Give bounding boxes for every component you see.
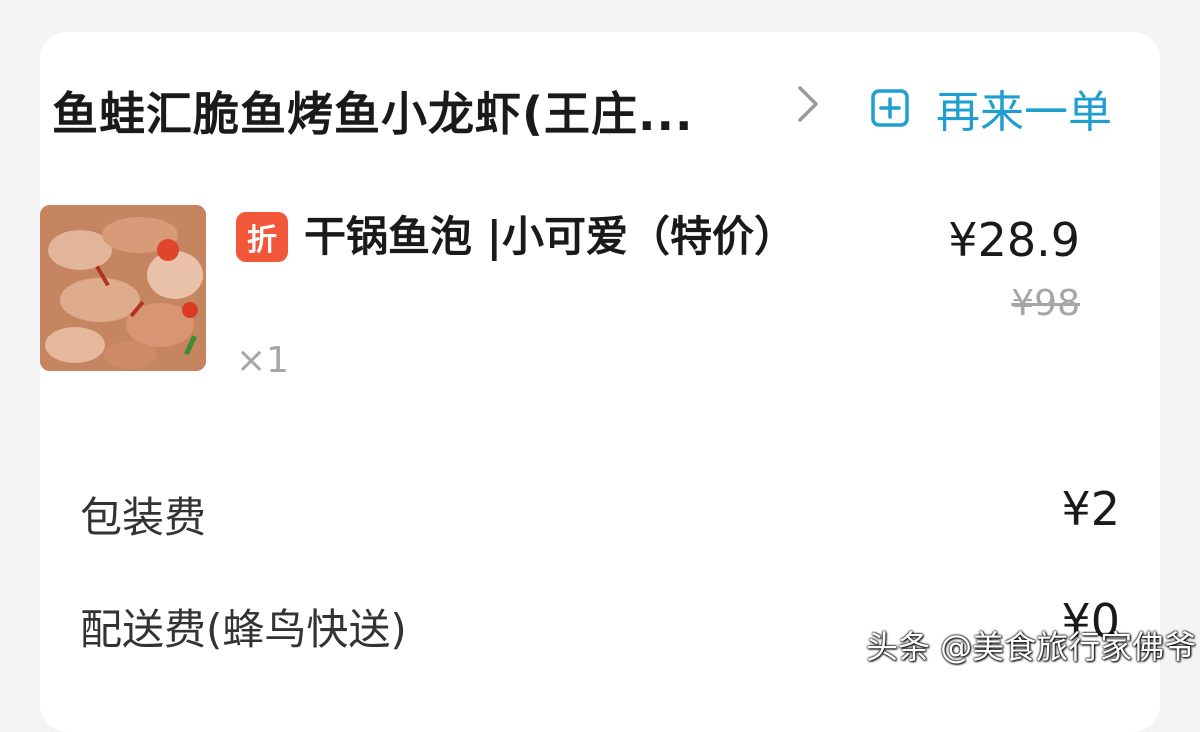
- item-quantity: ×1: [236, 340, 290, 381]
- reorder-label: 再来一单: [936, 87, 1112, 138]
- packaging-fee-row: 包装费 ¥2: [80, 482, 1120, 544]
- item-price: ¥28.9: [948, 213, 1080, 267]
- discount-badge: 折: [236, 212, 288, 262]
- fee-label: 包装费: [80, 493, 207, 542]
- chevron-right-icon[interactable]: [787, 84, 827, 124]
- fee-value: ¥2: [1061, 482, 1120, 536]
- item-original-price: ¥98: [1011, 283, 1080, 324]
- shop-name[interactable]: 鱼蛙汇脆鱼烤鱼小龙虾(王庄...: [52, 78, 693, 144]
- fee-label: 配送费(蜂鸟快送): [80, 605, 407, 654]
- dish-image: [40, 205, 206, 371]
- reorder-button[interactable]: 再来一单: [870, 76, 1112, 140]
- order-item[interactable]: 干锅鱼泡 |小可爱（特价） 折 ×1 ¥28.9 ¥98: [40, 205, 1080, 395]
- plus-square-icon: [871, 89, 909, 127]
- item-name: 干锅鱼泡 |小可爱（特价）: [304, 212, 796, 261]
- watermark: 头条 @美食旅行家佛爷: [866, 628, 1197, 666]
- shop-header: 鱼蛙汇脆鱼烤鱼小龙虾(王庄... 再来一单: [52, 72, 1112, 141]
